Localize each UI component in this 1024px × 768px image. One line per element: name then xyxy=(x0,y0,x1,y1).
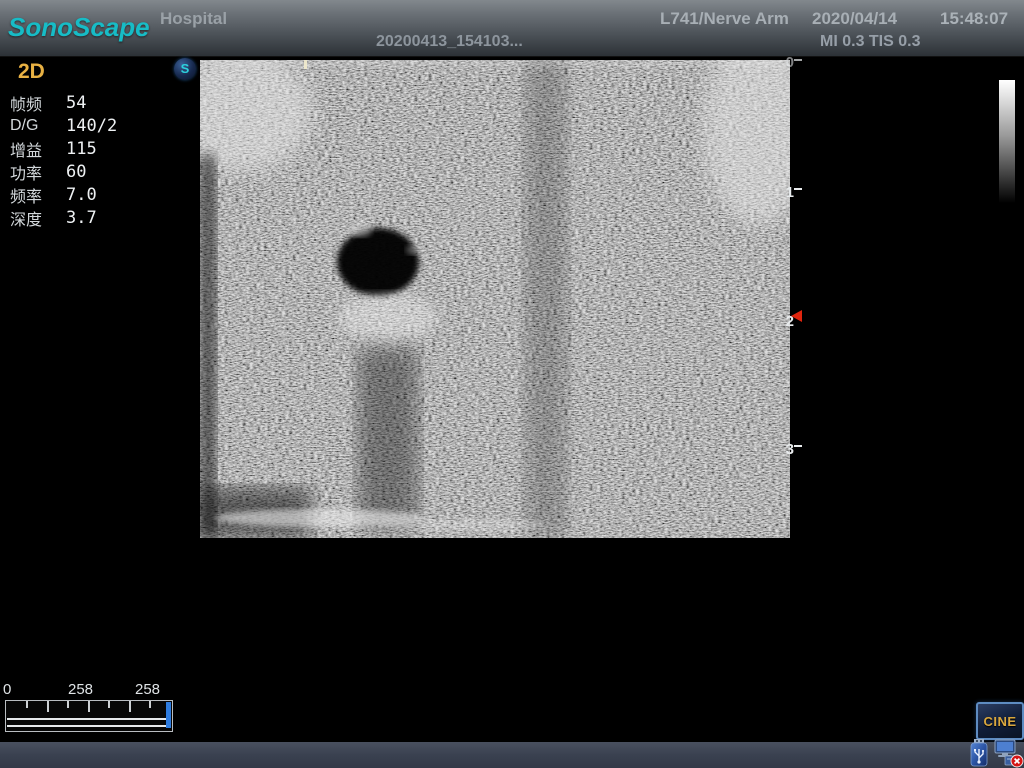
param-row-gain: 增益 115 xyxy=(10,137,185,160)
parameter-panel: 2D 帧频 54 D/G 140/2 增益 115 功率 60 频率 7.0 深… xyxy=(10,60,185,229)
probe-orientation-marker: S xyxy=(174,58,196,80)
param-row-depth: 深度 3.7 xyxy=(10,206,185,229)
param-value: 140/2 xyxy=(66,116,117,136)
cine-end-label: 258 xyxy=(135,681,160,698)
cine-start-label: 0 xyxy=(3,681,11,698)
probe-notch-mark xyxy=(304,60,307,69)
cine-tick xyxy=(108,701,110,708)
depth-tick-3 xyxy=(794,445,802,447)
param-row-frame-rate: 帧频 54 xyxy=(10,91,185,114)
left-edge-shadow xyxy=(200,155,216,538)
usb-drive-icon[interactable] xyxy=(968,739,990,767)
param-value: 3.7 xyxy=(66,208,97,228)
param-value: 60 xyxy=(66,162,86,182)
bright-rim-spot xyxy=(348,223,372,237)
param-row-frequency: 频率 7.0 xyxy=(10,183,185,206)
bright-fascia-tail xyxy=(380,519,550,531)
cine-tick xyxy=(88,701,90,712)
grayscale-bar xyxy=(999,80,1015,203)
param-label: D/G xyxy=(10,117,66,135)
depth-mark-1: 1 xyxy=(780,184,794,201)
param-label: 功率 xyxy=(10,160,66,184)
posterior-enhancement xyxy=(338,294,438,342)
anechoic-structure xyxy=(337,228,419,296)
cine-track-line xyxy=(7,718,171,727)
depth-mark-3: 3 xyxy=(780,441,794,458)
cine-position-cursor[interactable] xyxy=(166,702,171,728)
network-status-icon[interactable] xyxy=(993,738,1024,768)
bottom-status-bar xyxy=(0,742,1024,768)
cine-progress-bar[interactable] xyxy=(5,700,173,732)
focus-position-marker[interactable] xyxy=(791,310,802,322)
top-bar: SonoScape Hospital 20200413_154103... L7… xyxy=(0,0,1024,57)
cine-tick xyxy=(26,701,28,708)
ultrasound-screen: SonoScape Hospital 20200413_154103... L7… xyxy=(0,0,1024,768)
system-date: 2020/04/14 xyxy=(812,9,897,29)
cine-button-label: CINE xyxy=(983,714,1016,729)
depth-tick-1 xyxy=(794,188,802,190)
depth-mark-0: 0 xyxy=(780,54,794,71)
bright-rim-spot-2 xyxy=(406,245,422,255)
ultrasound-image-area[interactable] xyxy=(200,60,790,538)
mi-tis-indices: MI 0.3 TIS 0.3 xyxy=(820,33,920,51)
param-value: 7.0 xyxy=(66,185,97,205)
near-field-band xyxy=(200,60,790,67)
mode-label: 2D xyxy=(18,60,185,84)
cine-mid-label: 258 xyxy=(68,681,93,698)
cine-tick xyxy=(149,701,151,708)
system-time: 15:48:07 xyxy=(940,9,1008,29)
sonoscape-logo: SonoScape xyxy=(8,12,150,43)
param-row-power: 功率 60 xyxy=(10,160,185,183)
depth-tick-0 xyxy=(794,59,802,61)
param-row-dynamic-range: D/G 140/2 xyxy=(10,114,185,137)
hospital-name: Hospital xyxy=(160,9,227,29)
param-label: 频率 xyxy=(10,183,66,207)
cine-tick xyxy=(129,701,131,712)
param-label: 深度 xyxy=(10,206,66,230)
cine-tick xyxy=(67,701,69,708)
param-value: 115 xyxy=(66,139,97,159)
acoustic-shadow xyxy=(358,348,418,528)
param-label: 帧频 xyxy=(10,91,66,115)
exam-file-name: 20200413_154103... xyxy=(376,33,523,51)
param-value: 54 xyxy=(66,93,86,113)
dark-band xyxy=(525,60,567,538)
param-label: 增益 xyxy=(10,137,66,161)
cine-button[interactable]: CINE xyxy=(976,702,1024,740)
probe-preset: L741/Nerve Arm xyxy=(660,9,789,29)
cine-tick xyxy=(47,701,49,712)
ultrasound-image xyxy=(200,60,790,538)
